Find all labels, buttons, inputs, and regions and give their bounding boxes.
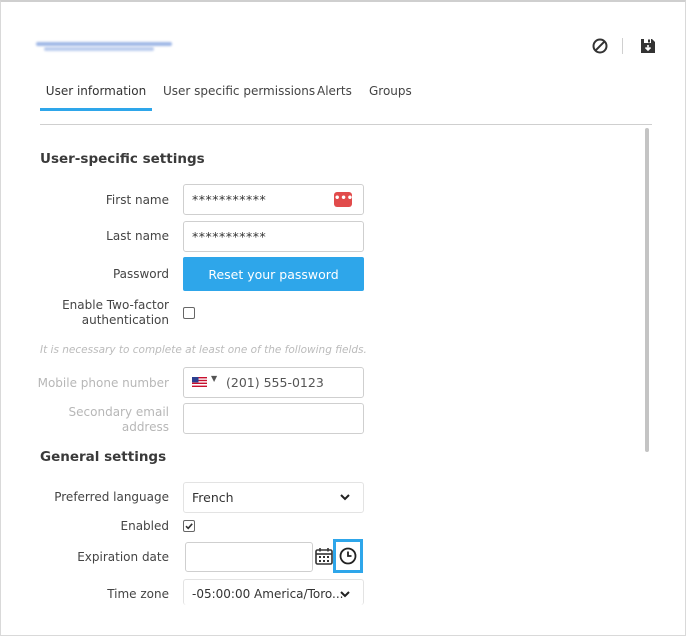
time-zone-value: -05:00:00 America/Toro... <box>192 587 344 601</box>
secondary-email-label: Secondary email address <box>69 405 169 435</box>
mobile-phone-placeholder: (201) 555-0123 <box>226 375 324 390</box>
toolbar-separator <box>622 38 623 54</box>
section-title-user-settings: User-specific settings <box>40 151 205 167</box>
enabled-checkbox[interactable] <box>183 520 195 532</box>
secondary-email-label-line1: Secondary email <box>68 405 169 419</box>
country-caret-icon[interactable]: ▼ <box>211 374 217 383</box>
secondary-email-field[interactable] <box>183 403 364 434</box>
first-name-field[interactable]: *********** ••• <box>183 184 364 215</box>
preferred-language-select[interactable]: French <box>183 482 364 513</box>
cancel-icon[interactable] <box>591 37 609 55</box>
two-factor-label-line1: Enable Two-factor <box>62 298 169 312</box>
time-zone-label: Time zone <box>107 587 169 601</box>
scrollbar[interactable] <box>645 128 649 452</box>
last-name-field[interactable]: *********** <box>183 221 364 252</box>
user-email-blurred <box>36 41 172 51</box>
tab-groups[interactable]: Groups <box>369 78 412 108</box>
two-factor-label-line2: authentication <box>81 313 169 327</box>
expiration-date-label: Expiration date <box>77 550 169 564</box>
enabled-label: Enabled <box>120 519 170 533</box>
mobile-phone-label: Mobile phone number <box>37 376 169 390</box>
section-title-general-settings: General settings <box>40 449 167 465</box>
tab-user-specific-permissions[interactable]: User specific permissions <box>163 78 315 108</box>
clock-icon <box>339 547 357 565</box>
two-factor-label: Enable Two-factor authentication <box>62 298 169 328</box>
preferred-language-label: Preferred language <box>54 490 169 504</box>
required-fields-note: It is necessary to complete at least one… <box>40 344 367 356</box>
reset-password-button[interactable]: Reset your password <box>183 257 364 291</box>
calendar-icon[interactable] <box>313 544 335 570</box>
us-flag-icon[interactable] <box>192 377 207 387</box>
expiration-date-field[interactable] <box>185 542 313 572</box>
password-manager-icon[interactable]: ••• <box>334 192 353 207</box>
first-name-value: *********** <box>192 192 267 207</box>
save-icon[interactable] <box>639 37 657 55</box>
time-picker-button[interactable] <box>333 539 363 573</box>
mobile-phone-field[interactable]: ▼ (201) 555-0123 <box>183 367 364 398</box>
password-label: Password <box>112 267 169 281</box>
last-name-value: *********** <box>192 229 267 244</box>
chevron-down-icon <box>340 591 350 598</box>
tab-alerts[interactable]: Alerts <box>317 78 352 108</box>
tab-divider <box>40 124 652 125</box>
tab-user-information[interactable]: User information <box>40 78 152 111</box>
time-zone-select[interactable]: -05:00:00 America/Toro... <box>183 579 364 605</box>
first-name-label: First name <box>105 193 169 207</box>
two-factor-checkbox[interactable] <box>183 307 195 319</box>
last-name-label: Last name <box>106 229 169 243</box>
preferred-language-value: French <box>192 490 234 505</box>
checkmark-icon <box>185 523 193 530</box>
secondary-email-label-line2: address <box>121 420 169 434</box>
chevron-down-icon <box>340 494 350 501</box>
